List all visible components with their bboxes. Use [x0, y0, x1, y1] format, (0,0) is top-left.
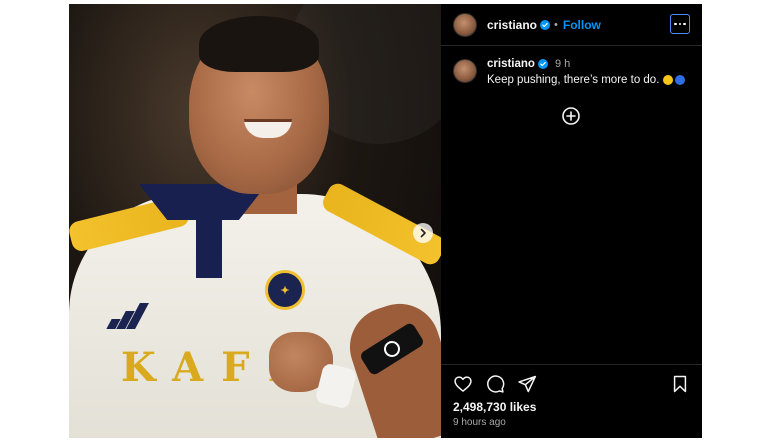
post-timestamp[interactable]: 9 hours ago: [453, 417, 506, 428]
avatar[interactable]: [453, 12, 477, 37]
follow-button[interactable]: Follow: [563, 18, 601, 32]
instagram-post: ✦ KAFD cristiano • Follow cristiano 9 h …: [69, 4, 702, 438]
post-photo[interactable]: ✦ KAFD: [69, 4, 441, 438]
save-button[interactable]: [670, 374, 690, 394]
yellow-circle-icon: [663, 75, 674, 85]
kit-brand-logo: [106, 299, 149, 329]
club-crest-logo: ✦: [265, 270, 305, 310]
caption-timestamp[interactable]: 9 h: [555, 58, 570, 70]
caption-username[interactable]: cristiano: [487, 58, 535, 70]
username[interactable]: cristiano: [487, 18, 537, 32]
add-circle-icon[interactable]: [561, 106, 581, 126]
chevron-right-icon: [420, 228, 426, 238]
heart-icon: [454, 376, 472, 392]
jersey-placket: [196, 216, 222, 278]
likes-count[interactable]: 2,498,730 likes: [453, 400, 536, 414]
blue-circle-icon: [675, 75, 686, 85]
like-button[interactable]: [453, 374, 473, 394]
next-photo-button[interactable]: [413, 223, 433, 243]
post-actions: 2,498,730 likes 9 hours ago: [441, 364, 702, 438]
caption-text: Keep pushing, there’s more to do.: [487, 74, 686, 86]
player-hair: [199, 16, 319, 72]
comment-icon: [487, 375, 505, 393]
share-button[interactable]: [517, 374, 537, 394]
verified-badge-icon: [540, 19, 551, 30]
verified-badge-icon: [537, 59, 548, 69]
separator-dot: •: [554, 18, 558, 31]
ellipsis-icon: [674, 22, 677, 26]
comment-button[interactable]: [485, 374, 505, 394]
post-panel: cristiano • Follow cristiano 9 h Keep pu…: [441, 4, 702, 438]
send-icon: [518, 375, 537, 393]
caption-avatar[interactable]: [453, 59, 477, 83]
bookmark-icon: [673, 375, 687, 393]
post-header: cristiano • Follow: [441, 4, 702, 46]
caption: cristiano 9 h Keep pushing, there’s more…: [441, 46, 702, 86]
more-options-button[interactable]: [670, 14, 690, 34]
